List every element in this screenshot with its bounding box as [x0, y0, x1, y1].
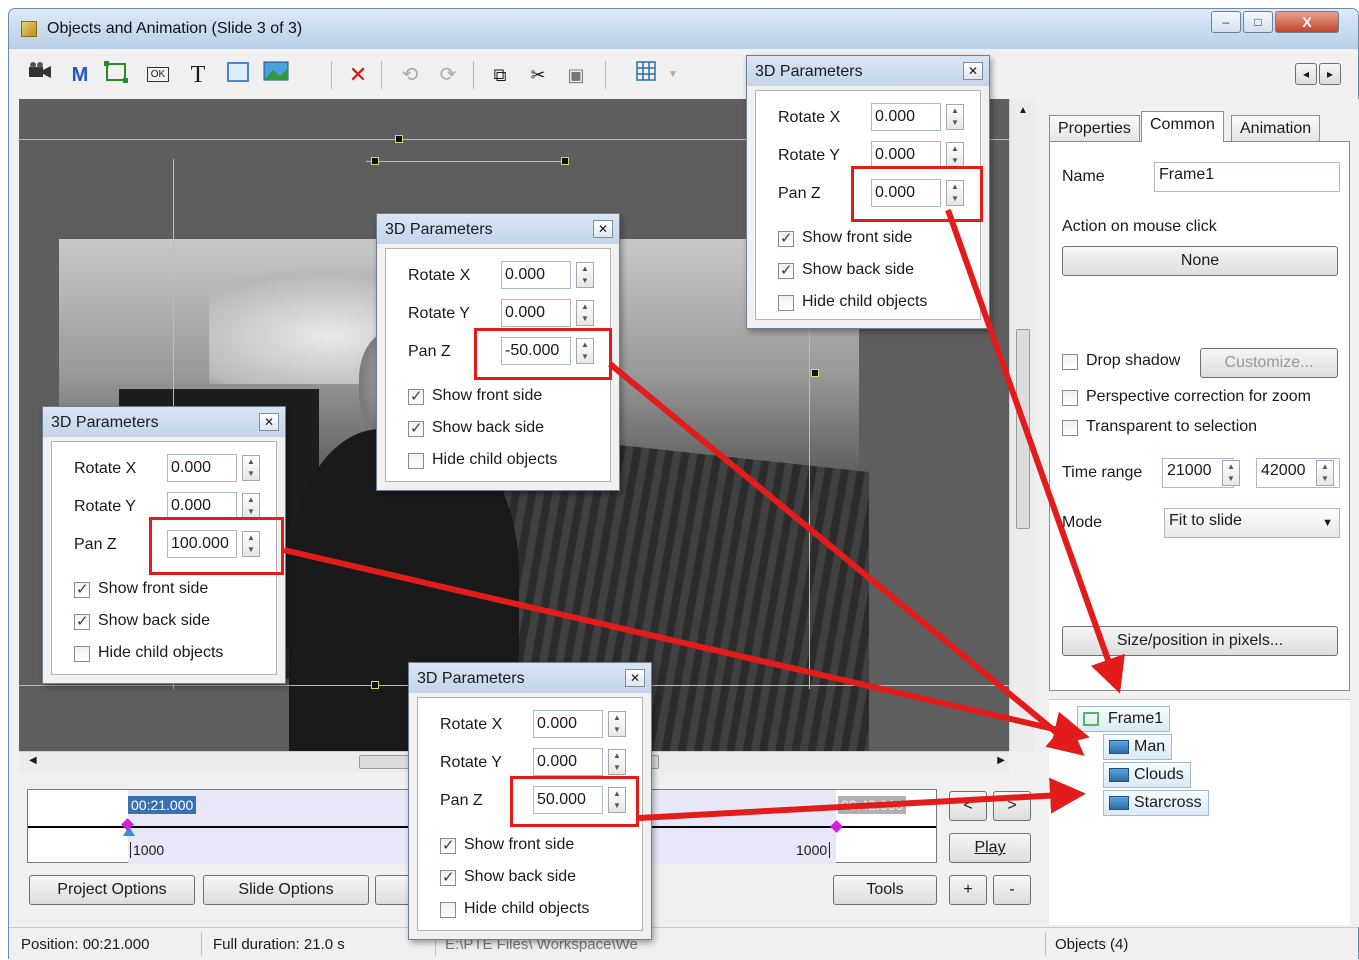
arrow-frame1 — [945, 208, 1125, 694]
arrow-starcross — [638, 777, 1086, 821]
arrow-clouds — [608, 361, 1085, 756]
annotation-arrows — [283, 208, 1125, 821]
tab-common[interactable]: Common — [1141, 111, 1224, 142]
arrow-man — [283, 547, 1090, 747]
